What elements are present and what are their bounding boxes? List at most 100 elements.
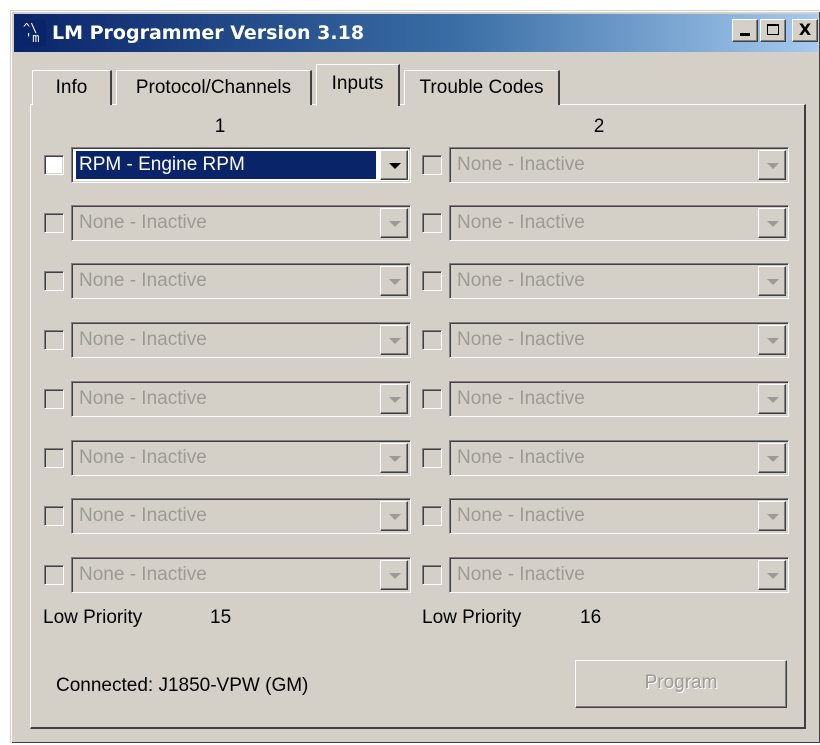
input-checkbox-c2-r4[interactable] xyxy=(422,330,442,350)
input-checkbox-c2-r8[interactable] xyxy=(422,565,442,585)
low-priority-label-2: Low Priority xyxy=(422,607,522,628)
chevron-down-icon xyxy=(389,338,401,344)
input-select-c2-r6[interactable]: None - Inactive xyxy=(449,440,789,476)
close-button[interactable]: X xyxy=(792,19,818,42)
input-select-c2-r8[interactable]: None - Inactive xyxy=(449,557,789,593)
chevron-down-icon xyxy=(767,456,779,462)
chevron-down-icon xyxy=(389,397,401,403)
input-checkbox-c1-r5[interactable] xyxy=(44,389,64,409)
tab-protocol-channels[interactable]: Protocol/Channels xyxy=(116,70,312,105)
low-priority-label-1: Low Priority xyxy=(43,607,143,628)
input-select-c1-r6[interactable]: None - Inactive xyxy=(71,440,411,476)
column-header-1: 1 xyxy=(214,116,226,137)
select-value: RPM - Engine RPM xyxy=(76,151,376,179)
chevron-down-icon xyxy=(767,514,779,520)
select-value: None - Inactive xyxy=(79,388,207,409)
input-select-c2-r5[interactable]: None - Inactive xyxy=(449,381,789,417)
chevron-down-icon xyxy=(389,456,401,462)
select-value: None - Inactive xyxy=(457,154,585,175)
input-checkbox-c1-r6[interactable] xyxy=(44,448,64,468)
close-icon: X xyxy=(798,20,812,39)
select-value: None - Inactive xyxy=(457,270,585,291)
input-select-c1-r5[interactable]: None - Inactive xyxy=(71,381,411,417)
maximize-icon xyxy=(767,24,779,35)
input-select-c1-r1[interactable]: RPM - Engine RPM xyxy=(71,147,411,183)
input-checkbox-c1-r1[interactable] xyxy=(44,155,64,175)
maximize-button[interactable] xyxy=(760,19,786,42)
chevron-down-icon xyxy=(767,163,779,169)
dropdown-button[interactable] xyxy=(380,501,408,531)
dropdown-button[interactable] xyxy=(380,325,408,355)
dropdown-button[interactable] xyxy=(758,266,786,296)
input-select-c2-r4[interactable]: None - Inactive xyxy=(449,322,789,358)
input-checkbox-c2-r1[interactable] xyxy=(422,155,442,175)
chevron-down-icon xyxy=(767,279,779,285)
dropdown-button[interactable] xyxy=(758,325,786,355)
input-checkbox-c2-r3[interactable] xyxy=(422,271,442,291)
input-select-c2-r7[interactable]: None - Inactive xyxy=(449,498,789,534)
select-value: None - Inactive xyxy=(79,505,207,526)
app-icon[interactable]: ^\ 'm xyxy=(20,20,46,46)
dropdown-button[interactable] xyxy=(380,384,408,414)
app-icon-line-2: 'm xyxy=(25,31,40,45)
dropdown-button[interactable] xyxy=(380,266,408,296)
low-priority-value-1: 15 xyxy=(210,607,232,628)
column-header-2: 2 xyxy=(593,116,605,137)
minimize-icon xyxy=(740,33,750,36)
input-select-c1-r3[interactable]: None - Inactive xyxy=(71,263,411,299)
chevron-down-icon xyxy=(767,221,779,227)
title-bar[interactable]: ^\ 'm LM Programmer Version 3.18 xyxy=(14,14,818,52)
dropdown-button[interactable] xyxy=(380,208,408,238)
input-checkbox-c1-r4[interactable] xyxy=(44,330,64,350)
dropdown-button[interactable] xyxy=(758,501,786,531)
dropdown-button[interactable] xyxy=(758,560,786,590)
dropdown-button[interactable] xyxy=(380,150,408,180)
dropdown-button[interactable] xyxy=(758,150,786,180)
input-checkbox-c2-r5[interactable] xyxy=(422,389,442,409)
select-value: None - Inactive xyxy=(79,564,207,585)
dropdown-button[interactable] xyxy=(758,384,786,414)
input-checkbox-c1-r3[interactable] xyxy=(44,271,64,291)
select-value: None - Inactive xyxy=(79,329,207,350)
input-checkbox-c1-r8[interactable] xyxy=(44,565,64,585)
input-select-c1-r8[interactable]: None - Inactive xyxy=(71,557,411,593)
chevron-down-icon xyxy=(389,221,401,227)
chevron-down-icon xyxy=(767,397,779,403)
input-select-c2-r3[interactable]: None - Inactive xyxy=(449,263,789,299)
chevron-down-icon xyxy=(389,279,401,285)
select-value: None - Inactive xyxy=(79,447,207,468)
dropdown-button[interactable] xyxy=(380,443,408,473)
select-value: None - Inactive xyxy=(457,447,585,468)
dropdown-button[interactable] xyxy=(380,560,408,590)
input-select-c1-r4[interactable]: None - Inactive xyxy=(71,322,411,358)
program-button[interactable]: Program xyxy=(575,660,787,708)
tab-info[interactable]: Info xyxy=(32,70,112,105)
select-value: None - Inactive xyxy=(457,505,585,526)
chevron-down-icon xyxy=(767,573,779,579)
chevron-down-icon xyxy=(389,163,401,169)
input-checkbox-c2-r2[interactable] xyxy=(422,213,442,233)
tab-inputs[interactable]: Inputs xyxy=(316,64,400,106)
dropdown-button[interactable] xyxy=(758,443,786,473)
select-value: None - Inactive xyxy=(79,270,207,291)
select-value: None - Inactive xyxy=(457,212,585,233)
select-value: None - Inactive xyxy=(457,564,585,585)
dropdown-button[interactable] xyxy=(758,208,786,238)
select-value: None - Inactive xyxy=(79,212,207,233)
window-title: LM Programmer Version 3.18 xyxy=(52,22,365,44)
input-select-c2-r1[interactable]: None - Inactive xyxy=(449,147,789,183)
select-value: None - Inactive xyxy=(457,388,585,409)
input-checkbox-c1-r2[interactable] xyxy=(44,213,64,233)
connection-status: Connected: J1850-VPW (GM) xyxy=(56,675,309,696)
input-select-c2-r2[interactable]: None - Inactive xyxy=(449,205,789,241)
input-select-c1-r2[interactable]: None - Inactive xyxy=(71,205,411,241)
minimize-button[interactable] xyxy=(732,19,758,42)
select-value: None - Inactive xyxy=(457,329,585,350)
chevron-down-icon xyxy=(389,514,401,520)
chevron-down-icon xyxy=(767,338,779,344)
input-checkbox-c2-r6[interactable] xyxy=(422,448,442,468)
tab-trouble-codes[interactable]: Trouble Codes xyxy=(404,70,560,105)
input-select-c1-r7[interactable]: None - Inactive xyxy=(71,498,411,534)
input-checkbox-c2-r7[interactable] xyxy=(422,506,442,526)
input-checkbox-c1-r7[interactable] xyxy=(44,506,64,526)
